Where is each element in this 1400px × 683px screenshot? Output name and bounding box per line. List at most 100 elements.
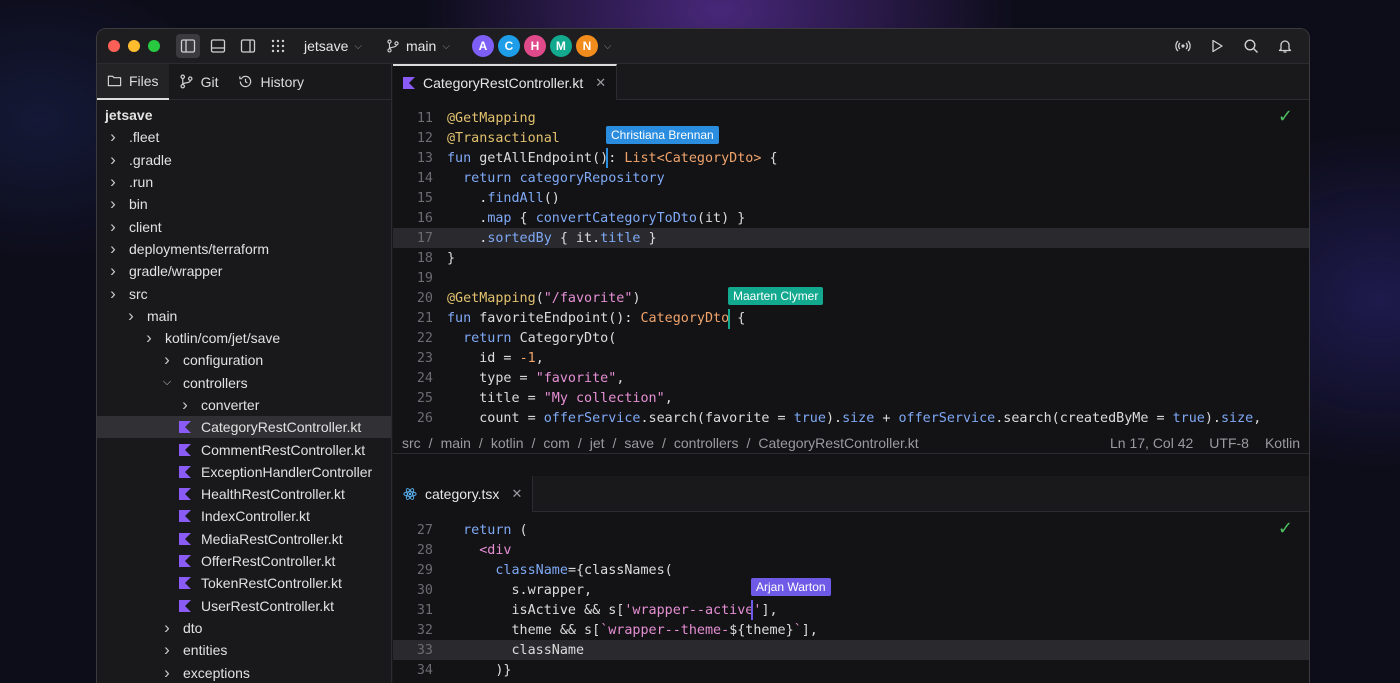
tab-git[interactable]: Git	[169, 64, 229, 100]
tab-category-tsx[interactable]: category.tsx ✕	[393, 476, 534, 512]
maximize-window-button[interactable]	[148, 40, 160, 52]
code-line[interactable]: 25 title = "My collection",	[393, 389, 1309, 409]
notifications-bell-icon[interactable]	[1273, 34, 1297, 58]
breadcrumb-item[interactable]: com	[543, 435, 569, 451]
tree-file[interactable]: MediaRestController.kt	[97, 528, 391, 550]
breadcrumb-item[interactable]: kotlin	[491, 435, 524, 451]
breadcrumb-item[interactable]: src	[402, 435, 421, 451]
code-line[interactable]: 18}	[393, 248, 1309, 268]
code-line[interactable]: 22 return CategoryDto(	[393, 329, 1309, 349]
tree-file[interactable]: UserRestController.kt	[97, 595, 391, 617]
tree-folder[interactable]: › .fleet	[97, 126, 391, 148]
chevron-right-icon[interactable]: ›	[107, 217, 119, 237]
tree-folder[interactable]: › exceptions	[97, 661, 391, 683]
code-line[interactable]: 33 className	[393, 640, 1309, 661]
code-line[interactable]: 24 type = "favorite",	[393, 369, 1309, 389]
tree-file[interactable]: ExceptionHandlerController	[97, 461, 391, 483]
breadcrumb-item[interactable]: controllers	[674, 435, 739, 451]
chevron-right-icon[interactable]: ›	[107, 127, 119, 147]
chevron-right-icon[interactable]: ›	[161, 350, 173, 370]
left-panel-toggle-icon[interactable]	[176, 34, 200, 58]
minimize-window-button[interactable]	[128, 40, 140, 52]
cursor-position[interactable]: Ln 17, Col 42	[1110, 435, 1193, 451]
breadcrumb-item[interactable]: main	[441, 435, 471, 451]
code-line[interactable]: 32 theme && s[`wrapper--theme-${theme}`]…	[393, 620, 1309, 640]
code-line[interactable]: 15 .findAll()	[393, 188, 1309, 208]
tab-category-rest-controller[interactable]: CategoryRestController.kt ✕	[393, 64, 618, 100]
tree-file[interactable]: TokenRestController.kt	[97, 572, 391, 594]
chevron-right-icon[interactable]: ›	[179, 395, 191, 415]
chevron-down-icon[interactable]: ⌵	[604, 41, 612, 52]
breadcrumb-item[interactable]: CategoryRestController.kt	[758, 435, 918, 451]
code-line[interactable]: 26 count = offerService.search(favorite …	[393, 409, 1309, 429]
code-editor[interactable]: ✓ 27 return (28 <div 29 className={classN…	[393, 512, 1309, 680]
close-tab-icon[interactable]: ✕	[511, 486, 522, 502]
code-line[interactable]: 11 @GetMapping	[393, 108, 1309, 128]
tree-folder[interactable]: › client	[97, 215, 391, 237]
tree-folder[interactable]: › main	[97, 305, 391, 327]
tree-file[interactable]: CommentRestController.kt	[97, 438, 391, 460]
tree-folder[interactable]: › src	[97, 282, 391, 304]
tree-file[interactable]: OfferRestController.kt	[97, 550, 391, 572]
close-window-button[interactable]	[108, 40, 120, 52]
chevron-right-icon[interactable]: ›	[143, 328, 155, 348]
code-line[interactable]: 27 return (	[393, 520, 1309, 540]
close-tab-icon[interactable]: ✕	[595, 75, 606, 91]
collaborator-avatars[interactable]: ACHMN	[471, 35, 598, 57]
breadcrumb-item[interactable]: save	[624, 435, 654, 451]
tree-folder[interactable]: › configuration	[97, 349, 391, 371]
tree-file[interactable]: CategoryRestController.kt	[97, 416, 391, 439]
chevron-down-icon[interactable]: ⌵	[161, 376, 173, 389]
code-line[interactable]: 23 id = -1,	[393, 349, 1309, 369]
tree-root[interactable]: jetsave	[97, 104, 391, 126]
code-line[interactable]: 17 .sortedBy { it.title }	[393, 228, 1309, 249]
bottom-panel-toggle-icon[interactable]	[206, 34, 230, 58]
code-line[interactable]: 21 fun favoriteEndpoint(): CategoryDto {	[393, 308, 1309, 328]
code-line[interactable]: 13 fun getAllEndpoint(): List<CategoryDto…	[393, 148, 1309, 168]
project-selector[interactable]: jetsave ⌵	[304, 38, 362, 54]
file-encoding[interactable]: UTF-8	[1209, 435, 1249, 451]
right-panel-toggle-icon[interactable]	[236, 34, 260, 58]
collaborator-avatar[interactable]: M	[549, 35, 572, 57]
tree-folder[interactable]: › gradle/wrapper	[97, 260, 391, 282]
broadcast-icon[interactable]	[1171, 34, 1195, 58]
chevron-right-icon[interactable]: ›	[125, 306, 137, 326]
run-icon[interactable]	[1205, 34, 1229, 58]
chevron-right-icon[interactable]: ›	[161, 618, 173, 638]
code-line[interactable]: 20 @GetMapping("/favorite")	[393, 288, 1309, 308]
tree-folder[interactable]: ⌵ controllers	[97, 372, 391, 394]
tree-folder[interactable]: › dto	[97, 617, 391, 639]
chevron-right-icon[interactable]: ›	[161, 663, 173, 683]
code-line[interactable]: 16 .map { convertCategoryToDto(it) }	[393, 208, 1309, 228]
tree-folder[interactable]: › bin	[97, 193, 391, 215]
tab-files[interactable]: Files	[97, 63, 169, 100]
code-line[interactable]: 29 className={classNames(	[393, 560, 1309, 580]
tree-folder[interactable]: › converter	[97, 394, 391, 416]
breadcrumb-item[interactable]: jet	[590, 435, 605, 451]
code-line[interactable]: 19	[393, 268, 1309, 288]
code-line[interactable]: 31 isActive && s['wrapper--active'],	[393, 600, 1309, 620]
collaborator-avatar[interactable]: N	[575, 35, 598, 57]
chevron-right-icon[interactable]: ›	[161, 640, 173, 660]
code-line[interactable]: 28 <div	[393, 540, 1309, 560]
tree-folder[interactable]: › kotlin/com/jet/save	[97, 327, 391, 349]
tree-folder[interactable]: › deployments/terraform	[97, 238, 391, 260]
chevron-right-icon[interactable]: ›	[107, 150, 119, 170]
branch-selector[interactable]: main ⌵	[386, 38, 450, 54]
chevron-right-icon[interactable]: ›	[107, 284, 119, 304]
tree-file[interactable]: IndexController.kt	[97, 505, 391, 527]
file-language[interactable]: Kotlin	[1265, 435, 1300, 451]
code-line[interactable]: 14 return categoryRepository	[393, 168, 1309, 188]
grid-menu-icon[interactable]	[266, 34, 290, 58]
code-line[interactable]: 34 )}	[393, 660, 1309, 680]
code-line[interactable]: 30 s.wrapper,	[393, 580, 1309, 600]
tree-folder[interactable]: › .run	[97, 171, 391, 193]
tree-file[interactable]: HealthRestController.kt	[97, 483, 391, 505]
tab-history[interactable]: History	[228, 64, 314, 100]
tree-folder[interactable]: › .gradle	[97, 149, 391, 171]
chevron-right-icon[interactable]: ›	[107, 194, 119, 214]
collaborator-avatar[interactable]: A	[471, 35, 494, 57]
tree-folder[interactable]: › entities	[97, 639, 391, 661]
chevron-right-icon[interactable]: ›	[107, 261, 119, 281]
collaborator-avatar[interactable]: H	[523, 35, 546, 57]
